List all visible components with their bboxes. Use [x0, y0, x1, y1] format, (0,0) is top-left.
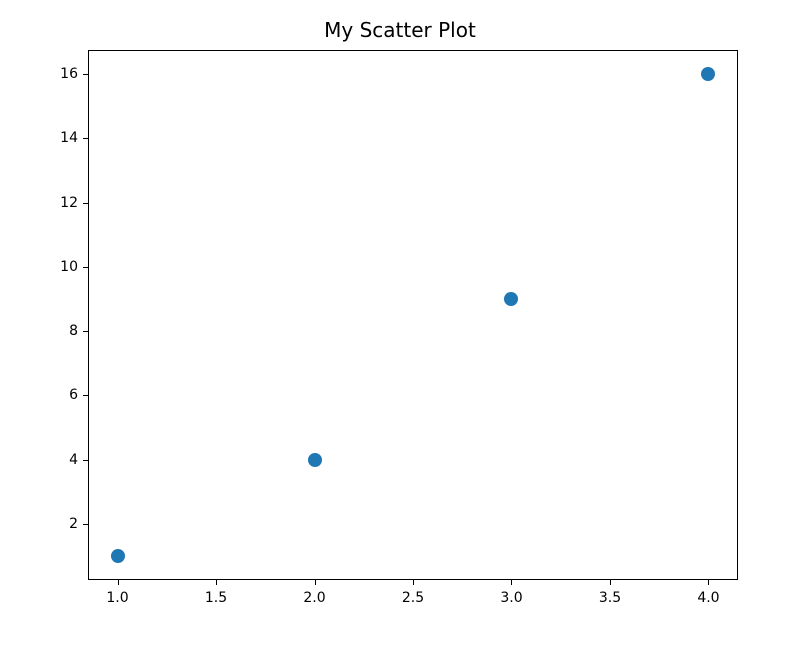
scatter-point [308, 453, 322, 467]
scatter-point [111, 549, 125, 563]
x-tick-label: 2.5 [402, 590, 424, 606]
x-tick [708, 580, 709, 585]
x-tick-label: 3.5 [599, 590, 621, 606]
x-tick [216, 580, 217, 585]
x-tick [610, 580, 611, 585]
y-tick-label: 4 [28, 452, 78, 468]
y-tick [83, 267, 88, 268]
y-tick [83, 460, 88, 461]
y-tick [83, 138, 88, 139]
y-tick [83, 74, 88, 75]
scatter-point [701, 67, 715, 81]
x-tick [511, 580, 512, 585]
chart-title: My Scatter Plot [0, 18, 800, 42]
x-tick [413, 580, 414, 585]
y-tick [83, 395, 88, 396]
y-tick-label: 8 [28, 323, 78, 339]
plot-area [88, 50, 738, 580]
x-tick-label: 3.0 [500, 590, 522, 606]
y-tick [83, 524, 88, 525]
y-tick-label: 14 [28, 130, 78, 146]
x-tick-label: 1.0 [106, 590, 128, 606]
x-tick-label: 2.0 [303, 590, 325, 606]
chart-container: My Scatter Plot 1.0 1.5 2.0 2.5 3.0 3.5 4.0 2 4 6… [0, 0, 800, 645]
y-tick [83, 203, 88, 204]
x-tick-label: 1.5 [205, 590, 227, 606]
y-tick-label: 16 [28, 66, 78, 82]
x-tick [315, 580, 316, 585]
x-tick-label: 4.0 [697, 590, 719, 606]
y-tick-label: 6 [28, 387, 78, 403]
x-tick [118, 580, 119, 585]
scatter-point [504, 292, 518, 306]
y-tick [83, 331, 88, 332]
y-tick-label: 2 [28, 516, 78, 532]
y-tick-label: 10 [28, 259, 78, 275]
y-tick-label: 12 [28, 195, 78, 211]
